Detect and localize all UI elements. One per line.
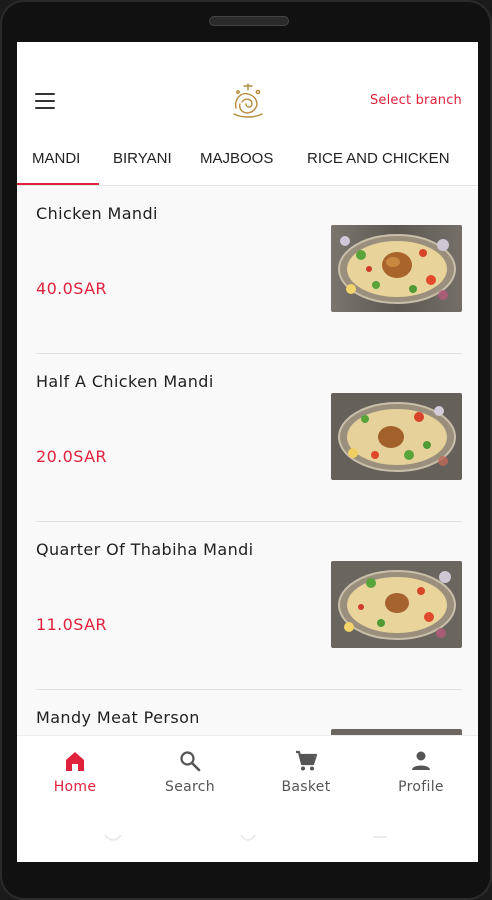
item-divider — [36, 521, 462, 522]
category-tabs: MANDI BIRYANI MAJBOOS RICE AND CHICKEN — [17, 142, 478, 186]
app-screen: Select branch MANDI BIRYANI MAJBOOS RICE… — [17, 42, 478, 862]
menu-item[interactable]: Quarter Of Thabiha Mandi 11.0SAR — [36, 523, 462, 691]
menu-icon[interactable] — [35, 93, 55, 109]
item-divider — [36, 689, 462, 690]
nav-basket[interactable]: Basket — [256, 750, 356, 795]
app-header: Select branch — [17, 42, 478, 154]
mandi-food-image — [331, 393, 462, 480]
system-navigation-bar — [17, 827, 478, 862]
nav-search[interactable]: Search — [140, 750, 240, 795]
nav-home-label: Home — [53, 779, 97, 795]
menu-item-list[interactable]: Chicken Mandi 40.0SAR Half A Chicken Man… — [17, 187, 478, 735]
recents-icon[interactable] — [371, 831, 389, 845]
phone-frame: Select branch MANDI BIRYANI MAJBOOS RICE… — [0, 0, 492, 900]
search-icon — [180, 751, 201, 772]
nav-profile[interactable]: Profile — [371, 750, 471, 795]
mandi-food-image — [331, 561, 462, 648]
tab-biryani[interactable]: BIRYANI — [113, 150, 172, 167]
restaurant-logo — [233, 83, 263, 118]
person-icon — [412, 751, 430, 770]
back-icon[interactable] — [102, 831, 124, 845]
select-branch-link[interactable]: Select branch — [370, 93, 462, 108]
item-price: 11.0SAR — [36, 615, 107, 634]
nav-search-label: Search — [165, 779, 215, 795]
item-price: 20.0SAR — [36, 447, 107, 466]
nav-basket-label: Basket — [281, 779, 331, 795]
phone-speaker — [209, 16, 289, 26]
cart-icon — [296, 750, 318, 771]
home-icon — [66, 752, 84, 771]
item-name: Mandy Meat Person — [36, 708, 200, 727]
tab-rice-and-chicken[interactable]: RICE AND CHICKEN — [307, 150, 450, 167]
item-name: Quarter Of Thabiha Mandi — [36, 540, 254, 559]
tab-majboos[interactable]: MAJBOOS — [200, 150, 273, 167]
nav-home[interactable]: Home — [25, 750, 125, 795]
home-system-icon[interactable] — [239, 831, 257, 845]
item-name: Chicken Mandi — [36, 204, 158, 223]
nav-profile-label: Profile — [398, 779, 444, 795]
mandi-food-image — [331, 225, 462, 312]
menu-item[interactable]: Chicken Mandi 40.0SAR — [36, 187, 462, 355]
item-divider — [36, 353, 462, 354]
active-tab-indicator — [17, 183, 99, 185]
item-name: Half A Chicken Mandi — [36, 372, 214, 391]
menu-item[interactable]: Half A Chicken Mandi 20.0SAR — [36, 355, 462, 523]
item-price: 40.0SAR — [36, 279, 107, 298]
tab-mandi[interactable]: MANDI — [32, 150, 80, 167]
menu-item[interactable]: Mandy Meat Person — [36, 691, 462, 735]
bottom-navigation: Home Search Basket Profile — [17, 735, 478, 827]
